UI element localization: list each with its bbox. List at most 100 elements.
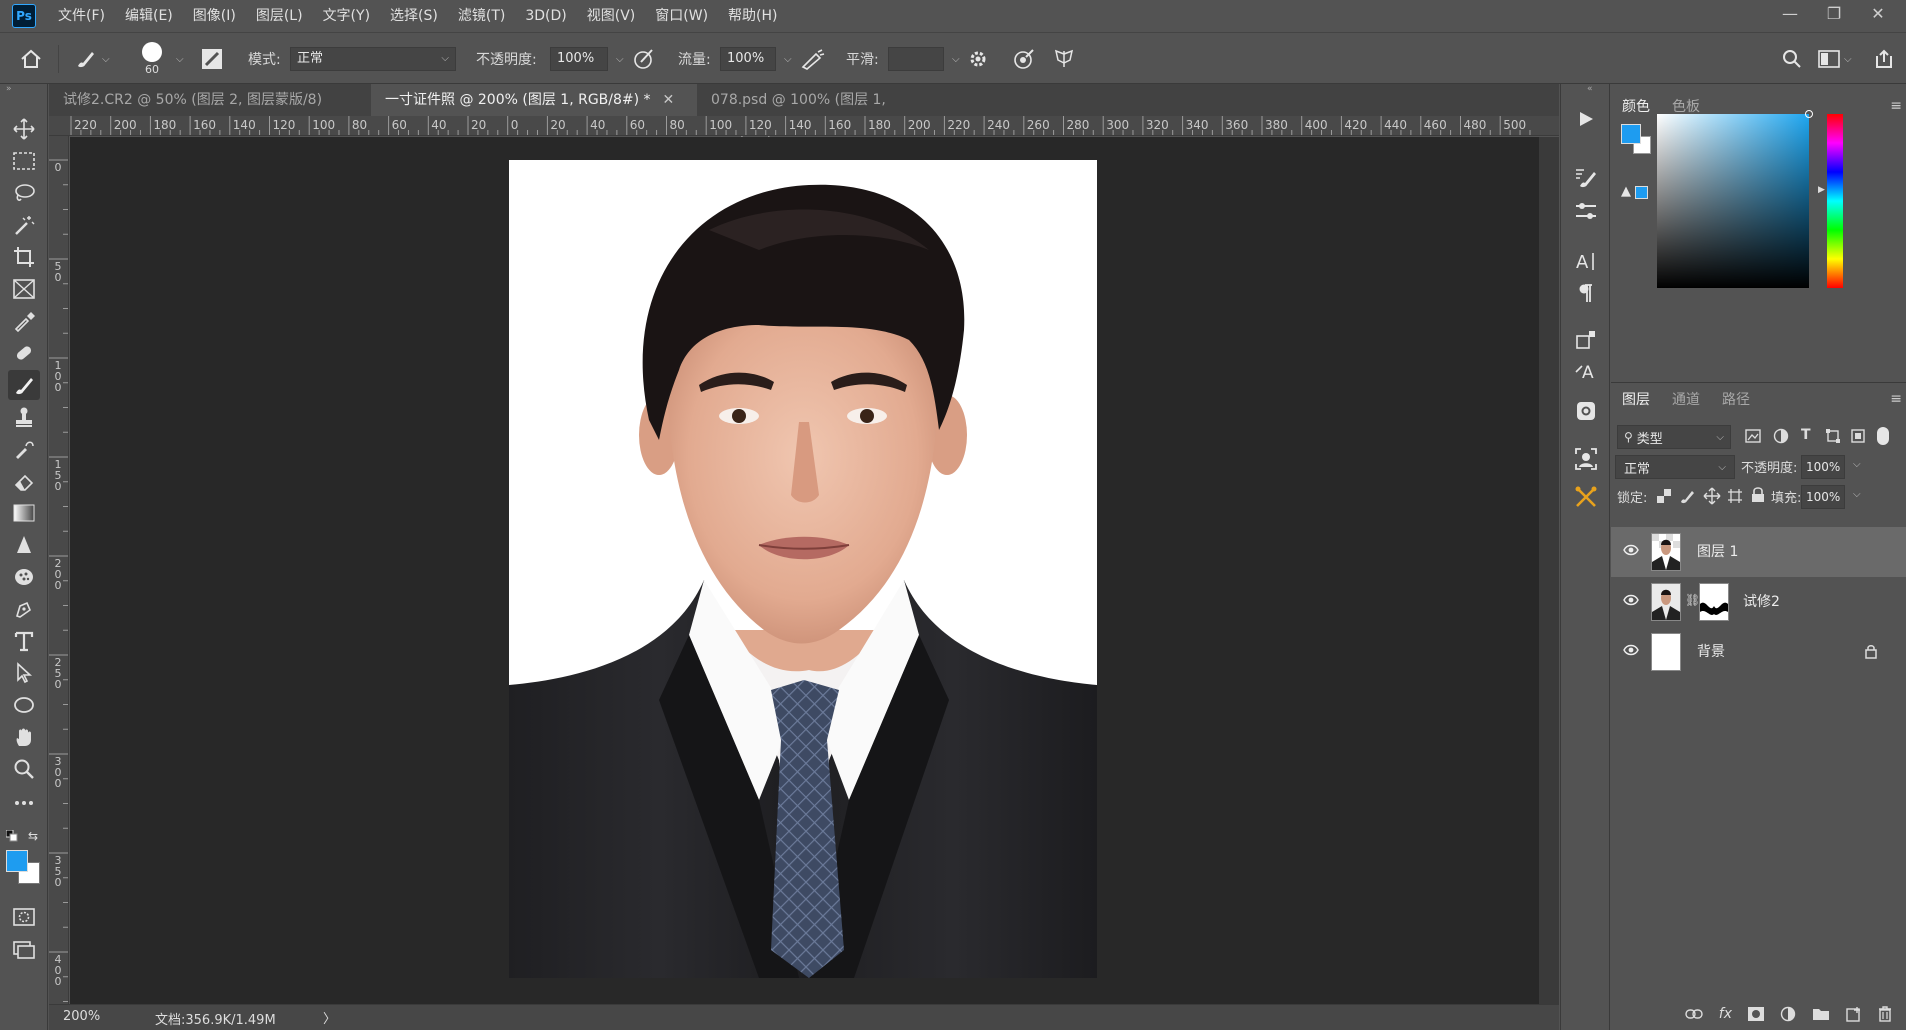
tab-layers[interactable]: 图层 — [1611, 387, 1661, 413]
ellipse-tool-icon[interactable] — [8, 690, 40, 720]
more-tools-icon[interactable] — [8, 788, 40, 818]
status-menu-arrow[interactable]: 〉 — [323, 1008, 336, 1027]
zoom-level[interactable]: 200% — [63, 1009, 100, 1024]
eye-icon[interactable] — [1623, 644, 1639, 656]
search-icon[interactable] — [1782, 33, 1802, 85]
glyphs-icon[interactable]: A — [1570, 356, 1602, 386]
lasso-tool-icon[interactable] — [8, 178, 40, 208]
opacity-slider-icon[interactable]: ⌵ — [616, 54, 624, 65]
tab-document-2[interactable]: 一寸证件照 @ 200% (图层 1, RGB/8#) * ✕ — [371, 84, 697, 116]
layer-filter-select[interactable]: ⚲ 类型 ⌵ — [1617, 425, 1731, 449]
gradient-tool-icon[interactable] — [8, 498, 40, 528]
brush-size-picker[interactable]: 60 — [142, 33, 162, 85]
tab-document-1[interactable]: 试修2.CR2 @ 50% (图层 2, 图层蒙版/8) *✕ — [49, 84, 371, 140]
swap-colors-icon[interactable]: ⇆ — [28, 829, 38, 843]
path-selection-tool-icon[interactable] — [8, 658, 40, 688]
menu-view[interactable]: 视图(V) — [577, 0, 646, 32]
camera-raw-icon[interactable] — [1570, 396, 1602, 426]
document-canvas[interactable] — [509, 160, 1097, 978]
filter-type-icon[interactable]: T — [1801, 427, 1811, 443]
minimize-icon[interactable]: — — [1768, 0, 1812, 28]
brush-settings-panel-icon[interactable] — [1570, 162, 1602, 192]
lock-position-icon[interactable] — [1703, 487, 1721, 505]
menu-window[interactable]: 窗口(W) — [645, 0, 718, 32]
type-tool-icon[interactable] — [8, 626, 40, 656]
smoothing-input[interactable] — [888, 47, 944, 71]
layer-mask-thumbnail[interactable] — [1699, 583, 1729, 621]
portrait-plugin-icon[interactable] — [1570, 444, 1602, 474]
mask-link-icon[interactable]: ⛓ — [1685, 593, 1700, 607]
quick-mask-icon[interactable] — [8, 902, 40, 932]
move-tool-icon[interactable] — [8, 114, 40, 144]
panel-menu-icon[interactable]: ≡ — [1890, 391, 1902, 407]
menu-filter[interactable]: 滤镜(T) — [448, 0, 515, 32]
gear-icon[interactable] — [968, 33, 988, 85]
frame-tool-icon[interactable] — [8, 274, 40, 304]
screen-mode-icon[interactable] — [8, 934, 40, 964]
layer-row[interactable]: 图层 1 — [1611, 527, 1906, 577]
healing-brush-tool-icon[interactable] — [8, 338, 40, 368]
filter-adjustment-icon[interactable] — [1773, 428, 1789, 444]
fill-input[interactable]: 100% — [1801, 485, 1845, 509]
menu-select[interactable]: 选择(S) — [380, 0, 448, 32]
color-field[interactable] — [1657, 110, 1813, 288]
hue-slider-marker[interactable]: ▶ — [1818, 185, 1825, 195]
pressure-size-icon[interactable] — [1012, 33, 1036, 85]
menu-3d[interactable]: 3D(D) — [515, 0, 576, 32]
layer-row[interactable]: ⛓ 试修2 — [1611, 577, 1906, 627]
close-window-icon[interactable]: ✕ — [1856, 0, 1900, 28]
filter-pixel-icon[interactable] — [1745, 429, 1761, 443]
lock-all-icon[interactable] — [1751, 487, 1765, 503]
eye-icon[interactable] — [1623, 544, 1639, 556]
history-brush-tool-icon[interactable] — [8, 434, 40, 464]
paragraph-panel-icon[interactable] — [1570, 278, 1602, 308]
symmetry-icon[interactable] — [1052, 33, 1076, 85]
filter-shape-icon[interactable] — [1825, 429, 1841, 443]
default-colors-icon[interactable] — [6, 830, 18, 842]
gamut-warning-icon[interactable]: ▲ — [1621, 184, 1631, 199]
new-layer-icon[interactable] — [1846, 1006, 1862, 1022]
tab-channels[interactable]: 通道 — [1661, 387, 1711, 413]
home-icon[interactable] — [20, 33, 42, 85]
airbrush-icon[interactable] — [800, 33, 826, 85]
share-icon[interactable] — [1872, 33, 1894, 85]
fx-icon[interactable]: fx — [1719, 1006, 1732, 1022]
eye-icon[interactable] — [1623, 594, 1639, 606]
pen-tool-icon[interactable] — [8, 594, 40, 624]
link-icon[interactable] — [1685, 1009, 1703, 1019]
menu-image[interactable]: 图像(I) — [183, 0, 246, 32]
layer-opacity-slider-icon[interactable]: ⌵ — [1853, 459, 1861, 470]
tab-color[interactable]: 颜色 — [1611, 94, 1661, 120]
lock-icon[interactable] — [1865, 644, 1877, 659]
crop-tool-icon[interactable] — [8, 242, 40, 272]
flow-slider-icon[interactable]: ⌵ — [784, 54, 792, 65]
vertical-scrollbar[interactable] — [1539, 137, 1559, 1004]
delete-icon[interactable] — [1878, 1006, 1892, 1022]
eyedropper-tool-icon[interactable] — [8, 306, 40, 336]
panel-menu-icon[interactable]: ≡ — [1890, 98, 1902, 114]
play-actions-icon[interactable] — [1570, 104, 1602, 134]
sponge-tool-icon[interactable] — [8, 562, 40, 592]
eraser-tool-icon[interactable] — [8, 466, 40, 496]
hand-tool-icon[interactable] — [8, 722, 40, 752]
tab-paths[interactable]: 路径 — [1711, 387, 1761, 413]
menu-layer[interactable]: 图层(L) — [246, 0, 313, 32]
group-icon[interactable] — [1812, 1007, 1830, 1021]
mask-icon[interactable] — [1748, 1007, 1764, 1021]
menu-help[interactable]: 帮助(H) — [718, 0, 787, 32]
opacity-input[interactable]: 100% — [550, 47, 608, 71]
tab-document-3[interactable]: 078.psd @ 100% (图层 1, RGB/8#)✕ — [697, 84, 981, 140]
magic-wand-tool-icon[interactable] — [8, 210, 40, 240]
pressure-opacity-icon[interactable] — [632, 33, 656, 85]
brush-preset-icon[interactable]: ⌵ — [74, 33, 110, 85]
web-safe-swatch[interactable] — [1635, 186, 1648, 199]
menu-edit[interactable]: 编辑(E) — [115, 0, 183, 32]
properties-icon[interactable] — [1570, 196, 1602, 226]
restore-icon[interactable]: ❐ — [1812, 0, 1856, 28]
menu-file[interactable]: 文件(F) — [48, 0, 115, 32]
plugin-tools-icon[interactable] — [1570, 482, 1602, 512]
clone-stamp-tool-icon[interactable] — [8, 402, 40, 432]
sharpen-tool-icon[interactable] — [8, 530, 40, 560]
menu-type[interactable]: 文字(Y) — [313, 0, 380, 32]
workspace-icon[interactable]: ⌵ — [1818, 33, 1852, 85]
